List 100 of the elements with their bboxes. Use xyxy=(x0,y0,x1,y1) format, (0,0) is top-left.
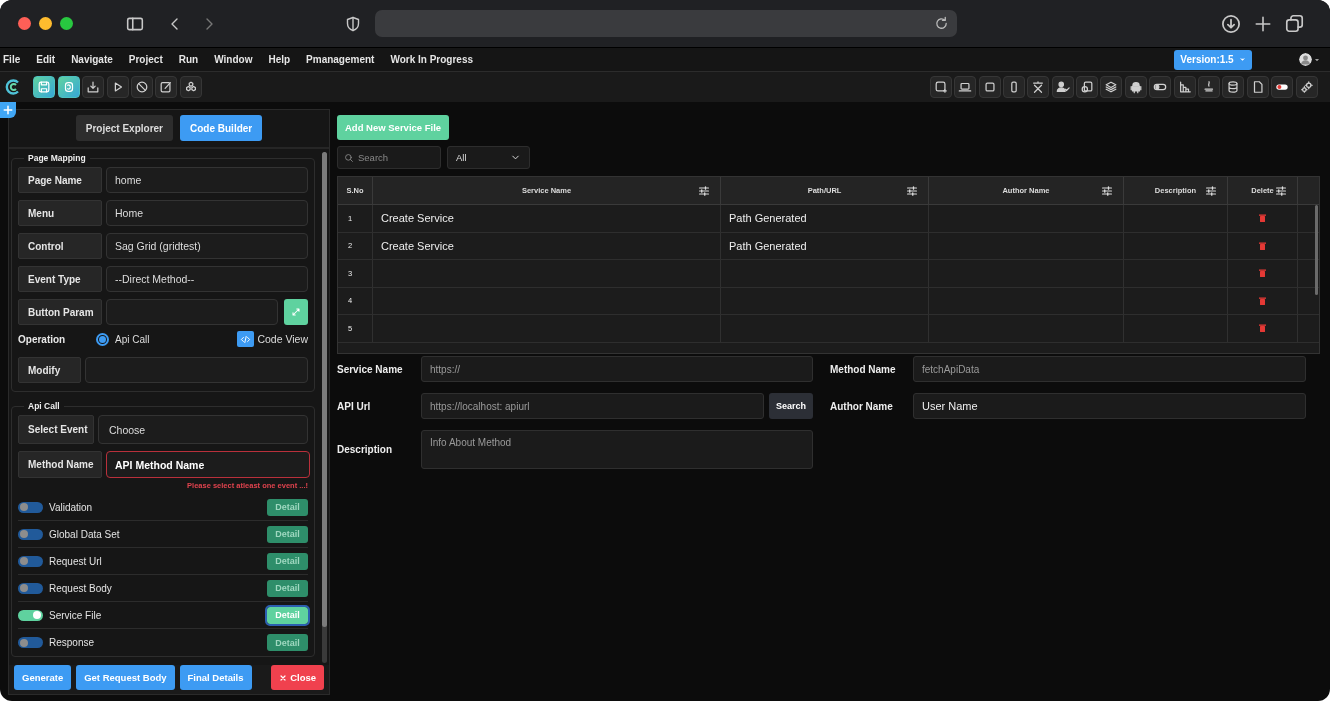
menu-item[interactable]: File xyxy=(3,54,29,65)
sliders-icon xyxy=(1275,184,1287,197)
menu-item[interactable]: Navigate xyxy=(71,54,121,65)
code-view-button[interactable]: Code View xyxy=(237,331,308,347)
select-field[interactable]: Choose xyxy=(98,415,308,444)
sliders-icon xyxy=(906,184,918,197)
layers-icon xyxy=(1104,80,1119,94)
menu-item[interactable]: Help xyxy=(268,54,299,65)
trash-icon[interactable] xyxy=(1259,214,1266,223)
input-field[interactable] xyxy=(106,299,278,325)
input-field[interactable]: API Method Name xyxy=(106,451,310,478)
zoom-window-button[interactable] xyxy=(60,17,73,30)
input-field[interactable]: https:// xyxy=(421,356,813,382)
toolbar-button[interactable] xyxy=(1149,76,1172,98)
scrollbar[interactable] xyxy=(322,152,327,663)
add-button[interactable] xyxy=(0,102,16,118)
field-label: Author Name xyxy=(830,399,894,414)
toolbar-button[interactable] xyxy=(1271,76,1294,98)
option-label: Request Body xyxy=(49,582,113,594)
text-area[interactable]: Info About Method xyxy=(421,430,813,469)
user-menu[interactable] xyxy=(1299,53,1320,66)
input-field[interactable]: Sag Grid (gridtest) xyxy=(106,233,308,259)
toolbar-button[interactable] xyxy=(1246,76,1269,98)
group-title: Page Mapping xyxy=(27,153,87,163)
search-icon xyxy=(344,152,354,163)
toggle-switch[interactable] xyxy=(18,528,43,540)
search-button[interactable]: Search xyxy=(768,393,813,419)
scrollbar[interactable] xyxy=(1315,205,1318,295)
toolbar-button[interactable] xyxy=(1002,76,1025,98)
toolbar-button[interactable] xyxy=(929,76,952,98)
field-label: Modify xyxy=(18,357,81,383)
toggle-switch[interactable] xyxy=(18,555,43,567)
shield-icon xyxy=(345,14,361,33)
toolbar-button[interactable] xyxy=(57,76,80,98)
toolbar-button[interactable] xyxy=(1198,76,1221,98)
input-field[interactable] xyxy=(85,357,308,383)
tabs-icon xyxy=(1285,14,1304,33)
toolbar-button[interactable] xyxy=(1051,76,1074,98)
trash-icon[interactable] xyxy=(1259,296,1266,305)
table-cell: Create Service xyxy=(381,239,454,252)
toolbar-button[interactable] xyxy=(1222,76,1245,98)
toolbar-button[interactable] xyxy=(954,76,977,98)
toolbar-button[interactable] xyxy=(179,76,202,98)
field-label: Button Param xyxy=(18,299,102,325)
filter-dropdown[interactable]: All xyxy=(447,146,530,169)
close-window-button[interactable] xyxy=(18,17,31,30)
input-field[interactable]: home xyxy=(106,167,308,193)
menu-item[interactable]: Work In Progress xyxy=(390,54,482,65)
toolbar-button[interactable] xyxy=(1100,76,1123,98)
toolbar-button[interactable] xyxy=(978,76,1001,98)
logo-icon[interactable] xyxy=(4,78,22,96)
toolbar-button[interactable] xyxy=(1295,76,1318,98)
widget-icon xyxy=(1080,80,1095,94)
table-cell: Path Generated xyxy=(729,212,807,225)
toolbar-button[interactable] xyxy=(1076,76,1099,98)
toggle-switch[interactable] xyxy=(18,501,43,513)
sliders-icon xyxy=(1101,184,1113,197)
table-cell: Create Service xyxy=(381,212,454,225)
menu-item[interactable]: Run xyxy=(178,54,207,65)
toolbar-button[interactable] xyxy=(106,76,129,98)
panel-tab[interactable]: Project Explorer xyxy=(75,115,173,141)
trash-icon[interactable] xyxy=(1259,324,1266,333)
sliders-icon xyxy=(1205,184,1217,197)
menu-item[interactable]: Window xyxy=(214,54,261,65)
plus-icon xyxy=(3,105,13,115)
menu-item[interactable]: Pmanagement xyxy=(306,54,383,65)
option-label: Service File xyxy=(49,609,103,621)
edit-icon xyxy=(159,80,174,94)
input-field[interactable]: --Direct Method-- xyxy=(106,266,308,292)
menu-item[interactable]: Edit xyxy=(36,54,64,65)
toolbar-button[interactable] xyxy=(130,76,153,98)
trash-icon[interactable] xyxy=(1259,269,1266,278)
toolbar-button[interactable] xyxy=(82,76,105,98)
user-check-icon xyxy=(1055,80,1070,94)
toggle-switch[interactable] xyxy=(18,609,43,621)
toggle-switch[interactable] xyxy=(18,582,43,594)
toolbar-button[interactable] xyxy=(33,76,56,98)
cubes-icon xyxy=(183,80,198,94)
minimize-window-button[interactable] xyxy=(39,17,52,30)
radio-option[interactable]: Api Call xyxy=(96,332,150,346)
close-button[interactable]: Close xyxy=(271,665,324,690)
option-label: Validation xyxy=(49,501,94,513)
tray-download-icon xyxy=(86,80,101,94)
code-icon xyxy=(240,333,252,345)
laptop-icon xyxy=(958,80,973,94)
toolbar-button[interactable] xyxy=(1027,76,1050,98)
field-label: Operation xyxy=(18,333,67,345)
toolbar-button[interactable] xyxy=(1124,76,1147,98)
trash-icon[interactable] xyxy=(1259,241,1266,250)
input-field[interactable]: Home xyxy=(106,200,308,226)
menu-item[interactable]: Project xyxy=(128,54,171,65)
input-field[interactable]: fetchApiData xyxy=(913,356,1306,382)
input-field[interactable]: User Name xyxy=(913,393,1306,419)
toolbar-button[interactable] xyxy=(155,76,178,98)
download-icon xyxy=(1221,13,1241,34)
toggle-switch[interactable] xyxy=(18,637,43,648)
toolbar-button[interactable] xyxy=(1173,76,1196,98)
input-field[interactable]: https://localhost: apiurl xyxy=(421,393,764,419)
search-field[interactable]: Search xyxy=(337,146,441,169)
square-icon xyxy=(982,80,997,94)
